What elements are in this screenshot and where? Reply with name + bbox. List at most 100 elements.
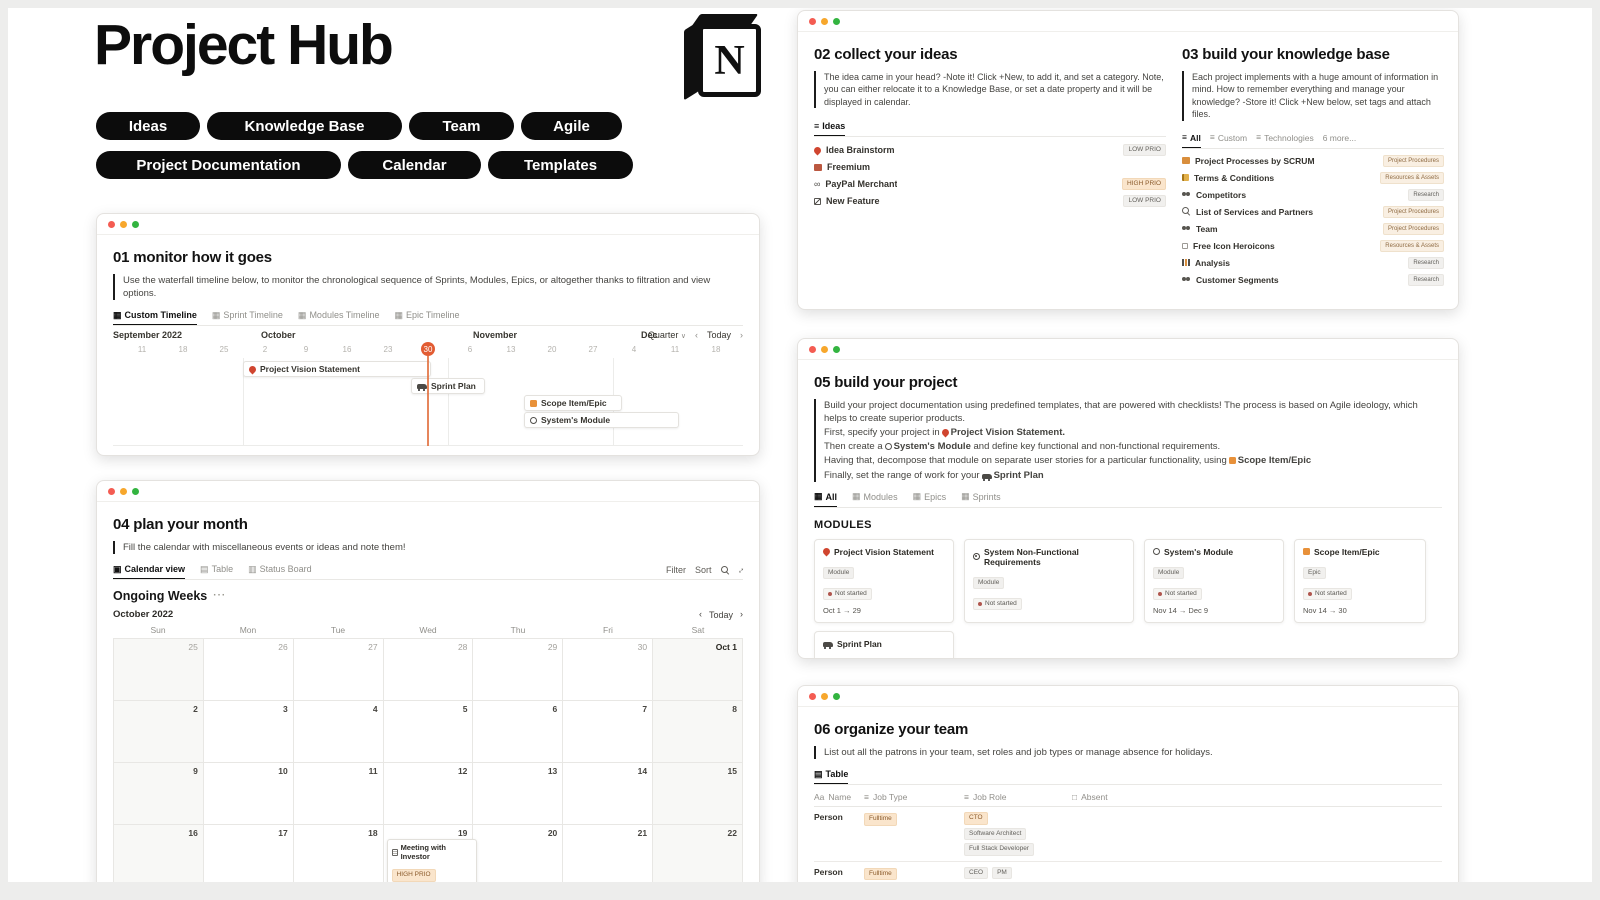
tab-modules-timeline[interactable]: Modules Timeline <box>298 310 380 325</box>
calendar-cell[interactable]: 27 <box>294 639 384 701</box>
list-item[interactable]: Analysis Research <box>1182 255 1444 271</box>
tab-sprint-timeline[interactable]: Sprint Timeline <box>212 310 283 325</box>
list-item[interactable]: Free Icon Heroicons Resources & Assets <box>1182 238 1444 254</box>
expand-icon[interactable] <box>736 565 746 575</box>
calendar-cell[interactable]: 6 <box>473 701 563 763</box>
calendar-cell[interactable]: 13 <box>473 763 563 825</box>
minimize-icon[interactable] <box>821 693 828 700</box>
calendar-cell[interactable]: 29 <box>473 639 563 701</box>
calendar-cell[interactable]: Oct 1 <box>653 639 743 701</box>
column-name[interactable]: Name <box>814 792 864 802</box>
calendar-cell[interactable]: 10 <box>204 763 294 825</box>
calendar-cell[interactable]: 9 <box>114 763 204 825</box>
next-month-icon[interactable] <box>740 610 743 619</box>
calendar-cell[interactable]: 8 <box>653 701 743 763</box>
calendar-event-meeting[interactable]: Meeting with Investor HIGH PRIO <box>387 839 477 886</box>
calendar-cell[interactable]: 18 <box>294 825 384 887</box>
prev-month-icon[interactable] <box>699 610 702 619</box>
calendar-cell[interactable]: 22 <box>653 825 743 887</box>
calendar-cell[interactable]: 17 <box>204 825 294 887</box>
list-item[interactable]: Idea Brainstorm LOW PRIO <box>814 142 1166 158</box>
calendar-cell[interactable]: 30 <box>563 639 653 701</box>
more-options-icon[interactable] <box>213 591 226 601</box>
nav-button-project-documentation[interactable]: Project Documentation <box>96 151 341 179</box>
calendar-cell[interactable]: 5 <box>384 701 474 763</box>
nav-button-ideas[interactable]: Ideas <box>96 112 200 140</box>
quarter-dropdown[interactable]: Quarter <box>648 330 686 340</box>
nav-button-team[interactable]: Team <box>409 112 514 140</box>
calendar-cell[interactable]: 15 <box>653 763 743 825</box>
calendar-cell[interactable]: 16 <box>114 825 204 887</box>
next-icon[interactable] <box>740 331 743 340</box>
list-item[interactable]: Team Project Procedures <box>1182 221 1444 237</box>
calendar-cell[interactable]: 25 <box>114 639 204 701</box>
list-item[interactable]: Freemium <box>814 159 1166 175</box>
calendar-cell[interactable]: 7 <box>563 701 653 763</box>
today-button[interactable]: Today <box>709 610 733 620</box>
list-item[interactable]: List of Services and Partners Project Pr… <box>1182 204 1444 220</box>
tab-status-board[interactable]: Status Board <box>248 564 312 579</box>
card-non-functional[interactable]: System Non-Functional Requirements Modul… <box>964 539 1134 624</box>
nav-button-knowledge-base[interactable]: Knowledge Base <box>207 112 402 140</box>
close-icon[interactable] <box>809 18 816 25</box>
calendar-cell[interactable]: 4 <box>294 701 384 763</box>
calendar-cell[interactable]: 2 <box>114 701 204 763</box>
tab-technologies[interactable]: Technologies <box>1256 133 1314 148</box>
calendar-cell[interactable]: 20 <box>473 825 563 887</box>
tab-custom[interactable]: Custom <box>1210 133 1247 148</box>
list-item[interactable]: New Feature LOW PRIO <box>814 193 1166 209</box>
tab-custom-timeline[interactable]: Custom Timeline <box>113 310 197 325</box>
zoom-icon[interactable] <box>833 18 840 25</box>
timeline-bar-scope-item[interactable]: Scope Item/Epic <box>524 395 622 411</box>
sort-button[interactable]: Sort <box>695 565 712 575</box>
zoom-icon[interactable] <box>132 221 139 228</box>
tab-all[interactable]: All <box>1182 133 1201 148</box>
card-sprint-plan[interactable]: Sprint Plan Sprint Not started Oct 23 → … <box>814 631 954 659</box>
nav-button-templates[interactable]: Templates <box>488 151 633 179</box>
zoom-icon[interactable] <box>132 488 139 495</box>
card-scope-item[interactable]: Scope Item/Epic Epic Not started Nov 14 … <box>1294 539 1426 624</box>
close-icon[interactable] <box>108 221 115 228</box>
list-item[interactable]: Customer Segments Research <box>1182 272 1444 288</box>
calendar-cell[interactable]: 26 <box>204 639 294 701</box>
close-icon[interactable] <box>809 693 816 700</box>
nav-button-agile[interactable]: Agile <box>521 112 622 140</box>
tab-sprints[interactable]: Sprints <box>961 492 1001 507</box>
nav-button-calendar[interactable]: Calendar <box>348 151 481 179</box>
tab-modules[interactable]: Modules <box>852 492 898 507</box>
calendar-cell[interactable]: 11 <box>294 763 384 825</box>
cell-job-role[interactable]: CEO PM <box>964 867 1072 880</box>
calendar-cell[interactable]: 21 <box>563 825 653 887</box>
close-icon[interactable] <box>809 346 816 353</box>
column-job-type[interactable]: Job Type <box>864 792 964 802</box>
list-item[interactable]: Competitors Research <box>1182 187 1444 203</box>
zoom-icon[interactable] <box>833 346 840 353</box>
minimize-icon[interactable] <box>120 488 127 495</box>
cell-name[interactable]: Person <box>814 812 864 822</box>
calendar-cell[interactable]: 3 <box>204 701 294 763</box>
cell-job-type[interactable]: Fulltime <box>864 812 964 826</box>
cell-job-type[interactable]: Fulltime <box>864 867 964 881</box>
prev-icon[interactable] <box>695 331 698 340</box>
card-systems-module[interactable]: System's Module Module Not started Nov 1… <box>1144 539 1284 624</box>
tab-epic-timeline[interactable]: Epic Timeline <box>394 310 459 325</box>
zoom-icon[interactable] <box>833 693 840 700</box>
tab-all[interactable]: All <box>814 492 837 507</box>
calendar-cell[interactable]: 14 <box>563 763 653 825</box>
calendar-cell[interactable]: 12 <box>384 763 474 825</box>
timeline-bar-systems-module[interactable]: System's Module <box>524 412 679 428</box>
minimize-icon[interactable] <box>821 346 828 353</box>
table-row[interactable]: Person Fulltime CTO Software Architect F… <box>814 807 1442 862</box>
card-project-vision[interactable]: Project Vision Statement Module Not star… <box>814 539 954 624</box>
column-job-role[interactable]: Job Role <box>964 792 1072 802</box>
minimize-icon[interactable] <box>120 221 127 228</box>
calendar-cell[interactable]: 28 <box>384 639 474 701</box>
tab-ideas[interactable]: Ideas <box>814 121 845 136</box>
cell-name[interactable]: Person <box>814 867 864 877</box>
tab-more[interactable]: 6 more... <box>1323 133 1357 148</box>
today-button[interactable]: Today <box>707 330 731 340</box>
timeline-bar-sprint-plan[interactable]: Sprint Plan <box>411 378 485 394</box>
list-item[interactable]: Project Processes by SCRUM Project Proce… <box>1182 153 1444 169</box>
tab-table[interactable]: Table <box>200 564 233 579</box>
column-absent[interactable]: Absent <box>1072 792 1442 802</box>
